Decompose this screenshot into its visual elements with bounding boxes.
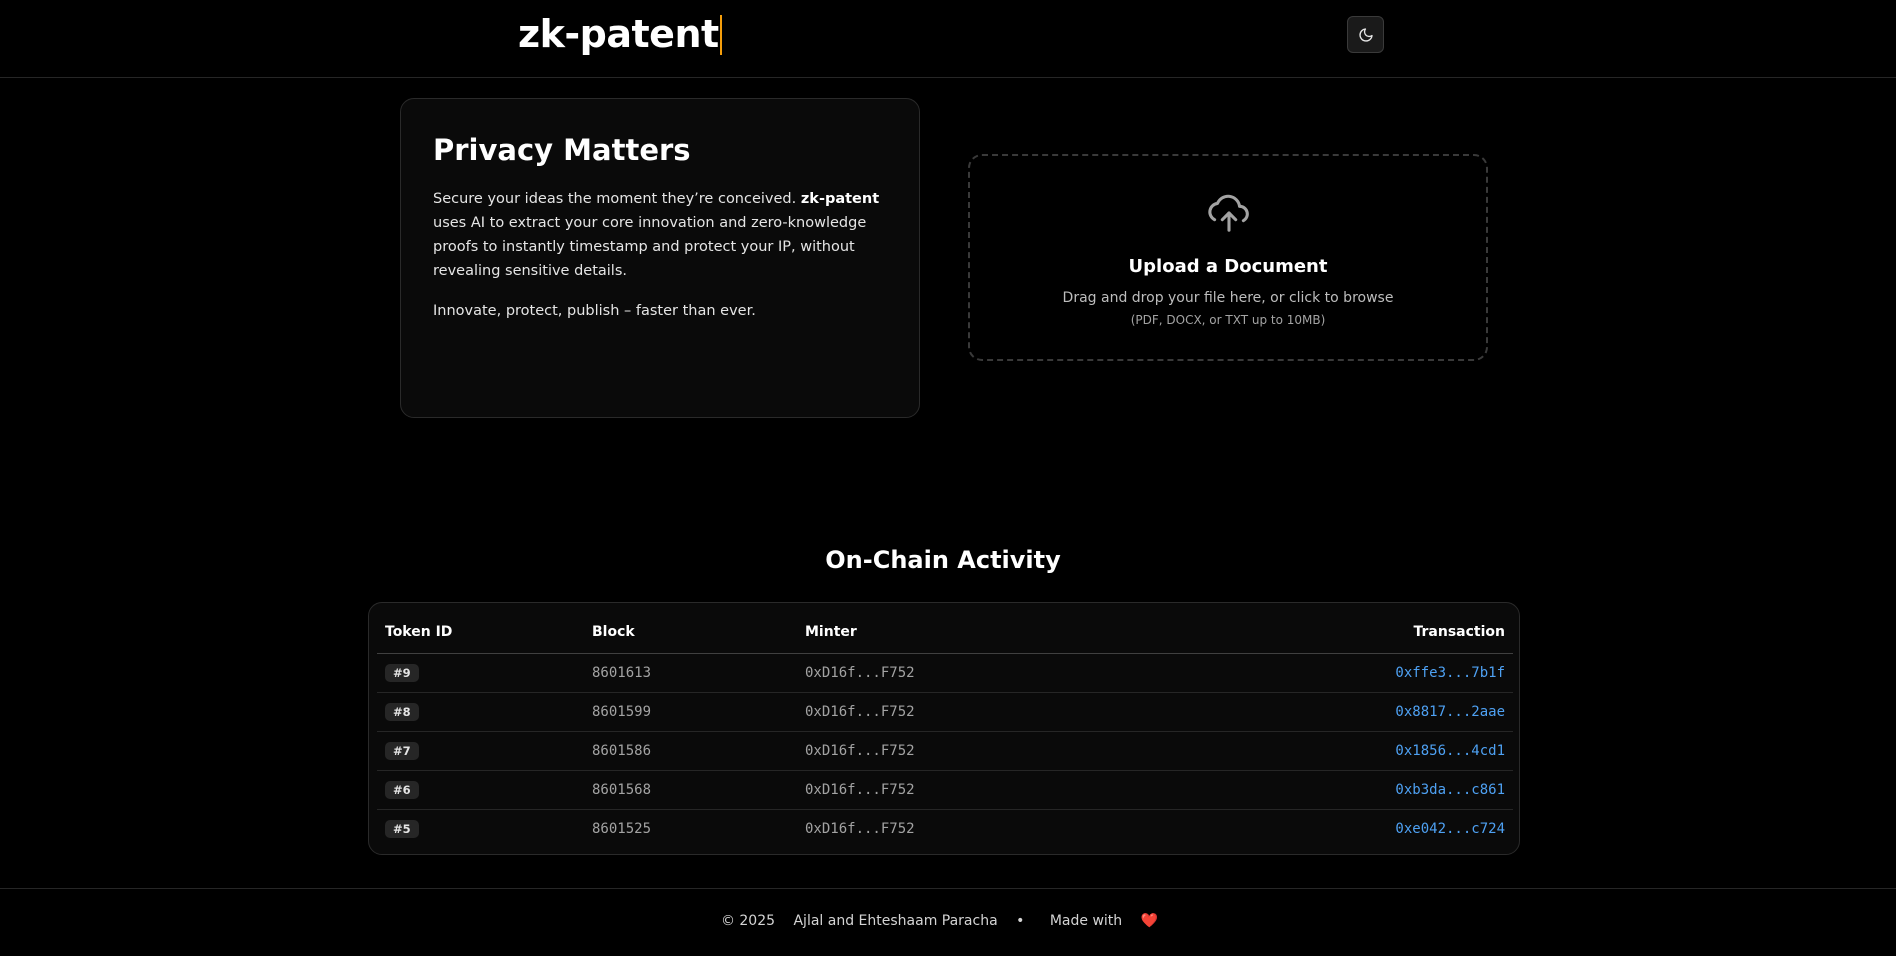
- privacy-tagline: Innovate, protect, publish – faster than…: [433, 303, 756, 319]
- brand-text: zk-patent: [518, 12, 719, 56]
- text-caret: [719, 15, 722, 55]
- token-id-badge: #7: [385, 741, 419, 760]
- upload-file-hint: (PDF, DOCX, or TXT up to 10MB): [1130, 313, 1326, 327]
- made-with-text: Made with ❤️: [1049, 913, 1159, 929]
- activity-title: On-Chain Activity: [825, 546, 1061, 574]
- copyright: © 2025: [720, 913, 776, 929]
- column-header-token-id: Token ID: [377, 611, 584, 654]
- table-row: #5 8601525 0xD16f...F752 0xe042...c724: [377, 809, 1513, 848]
- block-number: 8601586: [584, 731, 797, 771]
- activity-table-container: Token ID Block Minter Transaction #9 860…: [368, 602, 1520, 855]
- moon-icon: [1358, 27, 1373, 42]
- column-header-transaction: Transaction: [1177, 611, 1513, 654]
- minter-address: 0xD16f...F752: [797, 653, 1177, 693]
- transaction-link[interactable]: 0xffe3...7b1f: [1395, 665, 1505, 681]
- upload-title: Upload a Document: [1128, 256, 1328, 277]
- brand-inline: zk-patent: [800, 191, 880, 207]
- block-number: 8601568: [584, 770, 797, 810]
- privacy-card: Privacy Matters Secure your ideas the mo…: [400, 98, 920, 418]
- upload-subtitle: Drag and drop your file here, or click t…: [1062, 290, 1394, 306]
- transaction-link[interactable]: 0xb3da...c861: [1395, 782, 1505, 798]
- column-header-minter: Minter: [797, 611, 1177, 654]
- table-row: #9 8601613 0xD16f...F752 0xffe3...7b1f: [377, 653, 1513, 693]
- minter-address: 0xD16f...F752: [797, 770, 1177, 810]
- privacy-title: Privacy Matters: [433, 133, 691, 167]
- token-id-badge: #8: [385, 702, 419, 721]
- minter-address: 0xD16f...F752: [797, 731, 1177, 771]
- token-id-badge: #9: [385, 663, 419, 682]
- table-row: #7 8601586 0xD16f...F752 0x1856...4cd1: [377, 731, 1513, 771]
- column-header-block: Block: [584, 611, 797, 654]
- heart-icon: ❤️: [1140, 913, 1159, 929]
- privacy-description: Secure your ideas the moment they’re con…: [433, 191, 880, 279]
- block-number: 8601525: [592, 820, 652, 837]
- token-id-badge: #6: [385, 780, 419, 799]
- theme-toggle-button[interactable]: [1347, 16, 1384, 53]
- app-header: zk-patent: [0, 0, 1896, 78]
- transaction-link[interactable]: 0xe042...c724: [1395, 821, 1505, 837]
- minter-address: 0xD16f...F752: [797, 692, 1177, 732]
- activity-table: Token ID Block Minter Transaction #9 860…: [377, 611, 1513, 848]
- table-header-row: Token ID Block Minter Transaction: [377, 611, 1513, 654]
- block-number: 8601599: [584, 692, 797, 732]
- table-row: #6 8601568 0xD16f...F752 0xb3da...c861: [377, 770, 1513, 810]
- block-number: 8601613: [584, 653, 797, 693]
- authors: Ajlal and Ehteshaam Paracha: [793, 913, 998, 929]
- brand-logo[interactable]: zk-patent: [518, 12, 722, 56]
- transaction-link[interactable]: 0x8817...2aae: [1395, 704, 1505, 720]
- transaction-link[interactable]: 0x1856...4cd1: [1395, 743, 1505, 759]
- minter-address: 0xD16f...F752: [805, 820, 915, 837]
- token-id-badge: #5: [385, 819, 419, 838]
- app-footer: © 2025 Ajlal and Ehteshaam Paracha • Mad…: [0, 888, 1896, 956]
- upload-dropzone[interactable]: Upload a Document Drag and drop your fil…: [968, 154, 1488, 361]
- table-row: #8 8601599 0xD16f...F752 0x8817...2aae: [377, 692, 1513, 732]
- footer-separator: •: [1016, 913, 1025, 929]
- footer-credits: © 2025 Ajlal and Ehteshaam Paracha • Mad…: [0, 913, 1886, 929]
- cloud-upload-icon: [1208, 194, 1249, 232]
